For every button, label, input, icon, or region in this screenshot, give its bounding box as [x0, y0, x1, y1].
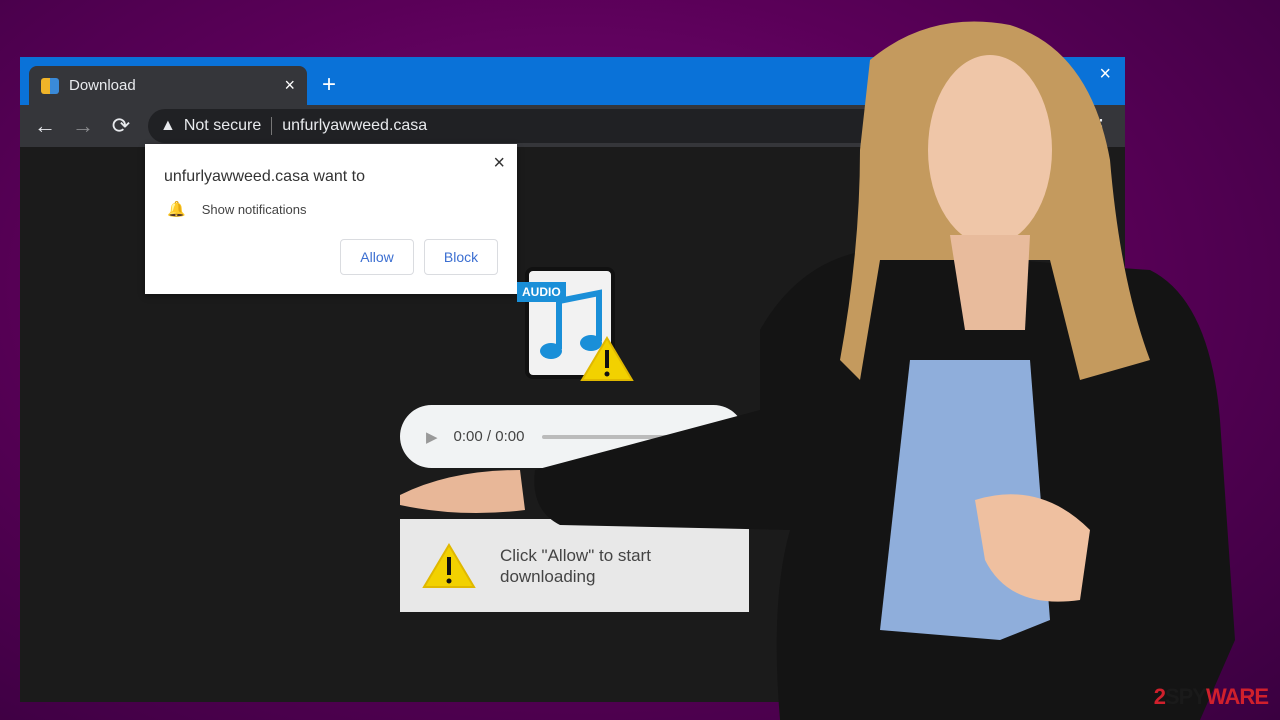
2spyware-logo: 2SPYWARE: [1153, 684, 1269, 709]
presenter-person-image: [400, 21, 1235, 720]
